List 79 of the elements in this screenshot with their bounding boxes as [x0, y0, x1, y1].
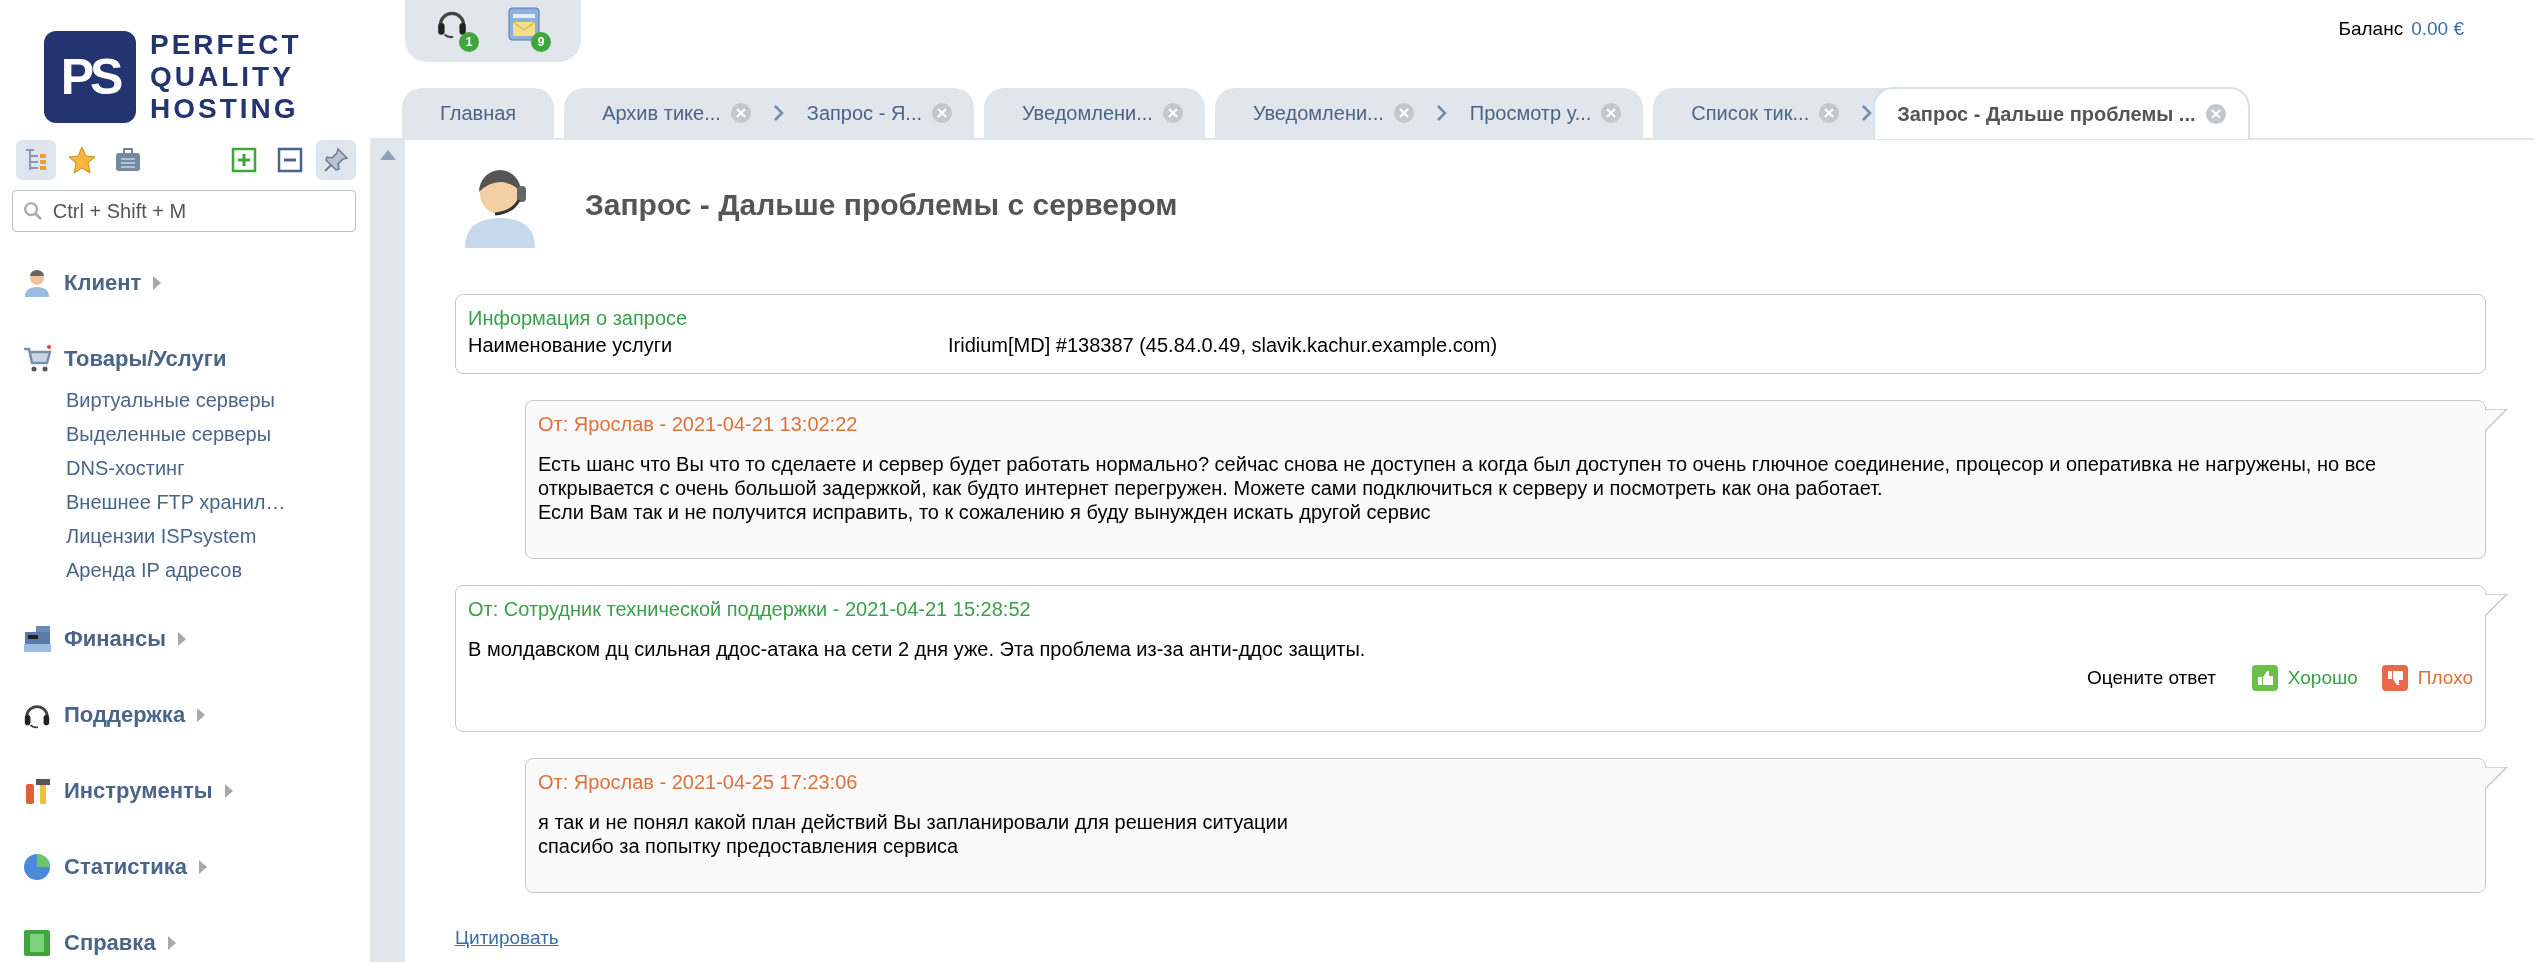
pin-icon [322, 146, 350, 174]
logo-text: HOSTING [150, 94, 300, 124]
message-text: Есть шанс что Вы что то сделаете и сервер будет работать нормально? сейчас снова не доступен а когда был доступен то очень глючное соединение, процесор и оперативка не нагружены, но все открывается с очень большой задержкой, как будто интернет перегружен. Можете сами подключиться к серверу и посмотреть как она работает. [538, 452, 2378, 500]
tree-icon [23, 147, 49, 173]
thumbs-down-icon [2381, 665, 2408, 691]
tab[interactable]: Главная [402, 88, 555, 138]
expand-arrow-icon [167, 936, 176, 950]
menu-item[interactable]: Справка [12, 918, 356, 962]
tab[interactable]: Запрос - Дальше проблемы ... [1873, 87, 2250, 139]
collapse-arrow-icon [379, 150, 396, 160]
menu-item[interactable]: Клиент [12, 258, 356, 308]
menu-item[interactable]: Финансы [12, 614, 356, 664]
logo-mark: PS [44, 31, 136, 123]
balance-label: Баланс [2338, 18, 2404, 40]
message-text: спасибо за попытку предоставления сервиса [538, 834, 960, 858]
toolbar-button[interactable] [316, 140, 356, 180]
submenu-item[interactable]: Аренда IP адресов [12, 554, 356, 588]
notification-button[interactable]: 9 [507, 6, 551, 52]
chevron-icon [1861, 104, 1874, 122]
rate-good-link[interactable]: Хорошо [2251, 665, 2358, 691]
expand-arrow-icon [153, 276, 162, 290]
cash-register-icon [22, 624, 52, 654]
count-badge: 9 [531, 32, 551, 52]
menu-item[interactable]: Инструменты [12, 766, 356, 816]
close-icon[interactable] [730, 103, 751, 123]
tab[interactable]: Запрос - Я... [784, 88, 974, 138]
tab[interactable]: Список тик... [1653, 88, 1862, 138]
tab[interactable]: Просмотр у... [1447, 88, 1644, 138]
info-value: Iridium[MD] #138387 (45.84.0.49, slavik.kachur.example.com) [948, 334, 1499, 357]
menu-item[interactable]: Поддержка [12, 690, 356, 740]
close-icon[interactable] [1393, 103, 1414, 123]
close-icon[interactable] [1819, 103, 1840, 123]
menu-item[interactable]: Товары/Услуги [12, 334, 356, 384]
collapse-all-icon [277, 147, 303, 173]
notification-button[interactable]: 1 [435, 6, 479, 52]
close-icon[interactable] [932, 103, 952, 123]
message-text: В молдавском дц сильная ддос-атака на сети 2 дня уже. Эта проблема из-за анти-ддос защиты. [468, 637, 1367, 661]
info-label: Наименование услуги [468, 334, 674, 357]
expand-all-icon [231, 147, 257, 173]
message-header: От: Сотрудник технической поддержки - 2021-04-21 15:28:52 [468, 598, 1032, 621]
rate-bad-link[interactable]: Плохо [2381, 665, 2473, 691]
balance-value[interactable]: 0.00 € [2411, 18, 2464, 40]
expand-arrow-icon [197, 708, 206, 722]
submenu-item[interactable]: Виртуальные серверы [12, 384, 356, 418]
tab[interactable]: Уведомлени... [984, 88, 1205, 138]
chevron-icon [1435, 104, 1448, 122]
close-icon[interactable] [2205, 104, 2226, 124]
count-badge: 1 [459, 32, 479, 52]
expand-arrow-icon [178, 632, 187, 646]
help-book-icon [22, 928, 52, 958]
search-box[interactable]: Ctrl + Shift + M [12, 190, 356, 232]
tab[interactable]: Архив тике... [564, 88, 773, 138]
message-text: я так и не понял какой план действий Вы запланировали для решения ситуации [538, 810, 1289, 834]
person-icon [22, 268, 52, 298]
expand-arrow-icon [224, 784, 233, 798]
submenu-item[interactable]: Внешнее FTP хранил… [12, 486, 356, 520]
message-header: От: Ярослав - 2021-04-25 17:23:06 [538, 771, 859, 794]
chevron-icon [772, 104, 785, 122]
message-header: От: Ярослав - 2021-04-21 13:02:22 [538, 413, 859, 436]
search-icon [23, 200, 43, 222]
quote-link[interactable]: Цитировать [455, 927, 559, 949]
message-text: Если Вам так и не получится исправить, то к сожалению я буду вынужден искать другой сервис [538, 500, 1432, 524]
submenu-item[interactable]: Лицензии ISPsystem [12, 520, 356, 554]
submenu-item[interactable]: Выделенные серверы [12, 418, 356, 452]
star-icon [67, 145, 97, 175]
close-icon[interactable] [1601, 103, 1622, 123]
logo-text: PERFECT [150, 30, 302, 60]
thumbs-up-icon [2251, 665, 2278, 691]
page-title: Запрос - Дальше проблемы с сервером [585, 188, 1178, 222]
pie-chart-icon [22, 852, 52, 882]
submenu-item[interactable]: DNS-хостинг [12, 452, 356, 486]
tab[interactable]: Уведомлени... [1214, 88, 1436, 138]
expand-arrow-icon [199, 860, 207, 874]
cart-icon [22, 344, 52, 374]
close-icon[interactable] [1162, 103, 1183, 123]
info-title: Информация о запросе [468, 307, 689, 330]
menu-item[interactable]: Статистика [12, 842, 356, 892]
logo-text: QUALITY [150, 62, 295, 92]
rating-prompt: Оцените ответ [2087, 667, 2216, 689]
